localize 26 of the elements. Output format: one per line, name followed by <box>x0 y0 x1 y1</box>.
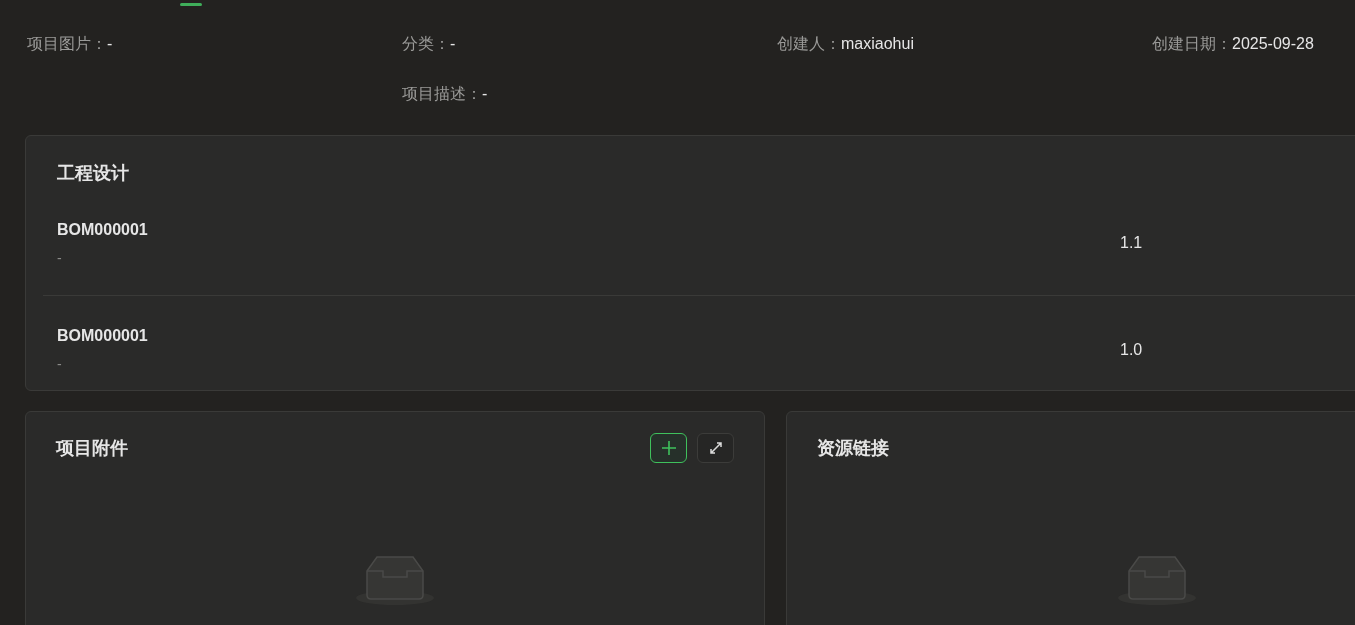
card-title: 工程设计 <box>56 162 130 185</box>
add-button[interactable] <box>650 433 687 463</box>
field-value: - <box>482 84 488 104</box>
field-value: maxiaohui <box>841 34 914 54</box>
field-label: 创建日期： <box>1152 34 1232 54</box>
version-number: 1.1 <box>1120 233 1143 253</box>
bom-code: BOM000001 <box>57 326 149 346</box>
field-value: - <box>450 34 456 54</box>
field-label: 项目图片： <box>27 34 107 54</box>
field-value: 2025-09-28 <box>1232 34 1314 54</box>
bom-code: BOM000001 <box>57 219 149 240</box>
field-value: - <box>107 34 113 54</box>
field-label: 创建人： <box>777 34 841 54</box>
card-title: 项目附件 <box>56 436 128 460</box>
empty-inbox-icon <box>1117 553 1197 605</box>
card-title: 资源链接 <box>817 436 889 460</box>
version-number: 1.0 <box>1120 339 1143 360</box>
field-label: 项目描述： <box>402 84 482 104</box>
bom-note: - <box>57 355 63 374</box>
expand-button[interactable] <box>697 433 734 463</box>
bom-note: - <box>57 248 63 268</box>
empty-inbox-icon <box>355 553 435 605</box>
status-underline <box>180 3 202 6</box>
field-label: 分类： <box>402 34 450 54</box>
plus-icon <box>661 441 676 455</box>
expand-icon <box>708 441 723 455</box>
